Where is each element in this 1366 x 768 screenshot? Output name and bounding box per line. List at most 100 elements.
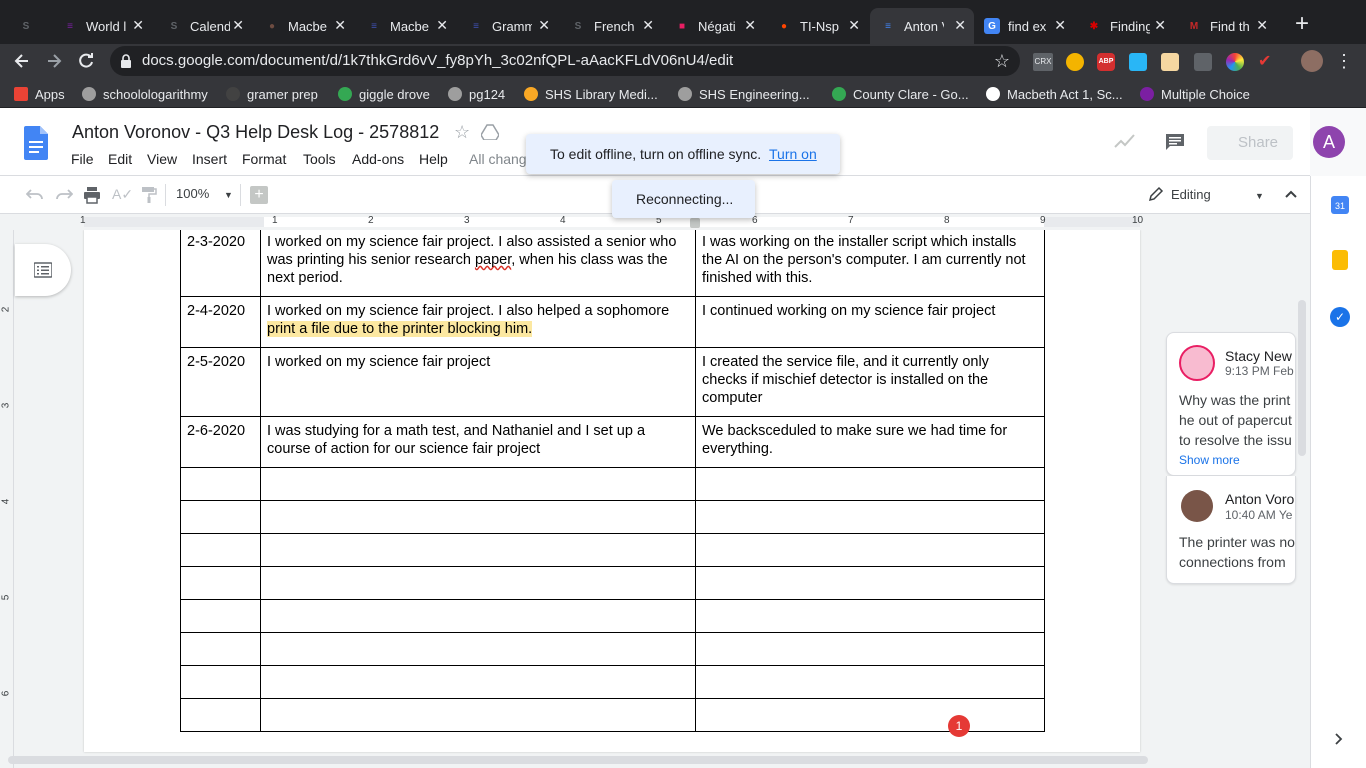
activity-cell[interactable]: I worked on my science fair project. I a… — [260, 296, 696, 348]
document-title[interactable]: Anton Voronov - Q3 Help Desk Log - 25788… — [72, 122, 439, 143]
empty-cell[interactable] — [180, 665, 261, 699]
check-red-extension-icon[interactable]: ✔ — [1258, 53, 1278, 71]
undo-icon[interactable] — [26, 186, 44, 202]
menu-addons[interactable]: Add-ons — [352, 151, 404, 167]
calendar-icon[interactable]: 31 — [1331, 196, 1349, 214]
menu-help[interactable]: Help — [419, 151, 448, 167]
empty-cell[interactable] — [180, 698, 261, 732]
menu-file[interactable]: File — [71, 151, 94, 167]
bookmark-item[interactable]: SHS Engineering... — [678, 86, 810, 102]
browser-tab[interactable]: S — [8, 8, 50, 44]
browser-tab[interactable]: ■ Négati ✕ — [664, 8, 764, 44]
empty-cell[interactable] — [260, 500, 696, 534]
browser-tab[interactable]: S Calend ✕ — [156, 8, 252, 44]
browser-tab[interactable]: ≡ World l ✕ — [52, 8, 152, 44]
tab-close-icon[interactable]: ✕ — [1256, 17, 1268, 34]
empty-cell[interactable] — [180, 566, 261, 600]
empty-cell[interactable] — [260, 698, 696, 732]
owl-extension-icon[interactable] — [1066, 53, 1084, 71]
show-more-link[interactable]: Show more — [1179, 450, 1240, 470]
tab-close-icon[interactable]: ✕ — [954, 17, 966, 34]
turn-on-link[interactable]: Turn on — [769, 146, 817, 162]
tab-close-icon[interactable]: ✕ — [436, 17, 448, 34]
crx-extension-icon[interactable]: CRX — [1033, 53, 1053, 71]
menu-insert[interactable]: Insert — [192, 151, 227, 167]
empty-cell[interactable] — [180, 599, 261, 633]
bookmark-item[interactable]: gramer prep — [226, 86, 318, 102]
menu-format[interactable]: Format — [242, 151, 286, 167]
project-cell[interactable]: I continued working on my science fair p… — [695, 296, 1045, 348]
insert-comment-icon[interactable]: + — [250, 186, 268, 204]
menu-edit[interactable]: Edit — [108, 151, 132, 167]
paint-format-icon[interactable] — [140, 185, 158, 203]
back-icon[interactable] — [12, 51, 32, 71]
tab-close-icon[interactable]: ✕ — [232, 17, 244, 34]
notification-badge[interactable]: 1 — [948, 715, 970, 737]
tab-close-icon[interactable]: ✕ — [334, 17, 346, 34]
browser-tab[interactable]: S French ✕ — [560, 8, 662, 44]
tab-close-icon[interactable]: ✕ — [642, 17, 654, 34]
redo-icon[interactable] — [55, 186, 73, 202]
tab-close-icon[interactable]: ✕ — [744, 17, 756, 34]
print-icon[interactable] — [83, 186, 101, 204]
menu-view[interactable]: View — [147, 151, 177, 167]
tab-close-icon[interactable]: ✕ — [1154, 17, 1166, 34]
date-cell[interactable]: 2-5-2020 — [180, 347, 261, 417]
tab-close-icon[interactable]: ✕ — [538, 17, 550, 34]
browser-tab[interactable]: ≡ Gramm ✕ — [458, 8, 558, 44]
grid-extension-icon[interactable] — [1194, 53, 1212, 71]
expand-panel-icon[interactable] — [1333, 732, 1345, 746]
project-cell[interactable]: I created the service file, and it curre… — [695, 347, 1045, 417]
bookmark-item[interactable]: SHS Library Medi... — [524, 86, 658, 102]
empty-cell[interactable] — [695, 698, 1045, 732]
browser-tab[interactable]: ● TI-Nsp ✕ — [766, 8, 868, 44]
bookmark-item[interactable]: giggle drove — [338, 86, 430, 102]
empty-cell[interactable] — [260, 566, 696, 600]
bookmark-item[interactable]: Macbeth Act 1, Sc... — [986, 86, 1123, 102]
column-marker[interactable] — [690, 218, 700, 228]
activity-icon[interactable] — [1114, 132, 1136, 150]
vertical-scrollbar[interactable] — [1298, 300, 1306, 456]
bookmark-item[interactable]: Multiple Choice — [1140, 86, 1250, 102]
zoom-select[interactable]: 100% ▼ — [176, 186, 236, 204]
account-avatar[interactable]: A — [1313, 126, 1345, 158]
empty-cell[interactable] — [695, 566, 1045, 600]
share-button[interactable]: Share — [1207, 126, 1293, 160]
horizontal-scrollbar[interactable] — [8, 756, 1148, 764]
empty-cell[interactable] — [260, 533, 696, 567]
activity-cell[interactable]: I worked on my science fair project — [260, 347, 696, 417]
project-cell[interactable]: We backsceduled to make sure we had time… — [695, 416, 1045, 468]
tab-close-icon[interactable]: ✕ — [132, 17, 144, 34]
browser-tab[interactable]: ✱ Finding ✕ — [1076, 8, 1174, 44]
empty-cell[interactable] — [180, 467, 261, 501]
empty-cell[interactable] — [260, 665, 696, 699]
star-icon[interactable]: ☆ — [994, 46, 1010, 76]
empty-cell[interactable] — [695, 467, 1045, 501]
empty-cell[interactable] — [695, 665, 1045, 699]
bookmark-item[interactable]: Apps — [14, 86, 65, 102]
tasks-icon[interactable]: ✓ — [1330, 307, 1350, 327]
new-tab-icon[interactable]: + — [1292, 12, 1312, 36]
color-extension-icon[interactable] — [1226, 53, 1244, 71]
empty-cell[interactable] — [695, 533, 1045, 567]
date-cell[interactable]: 2-4-2020 — [180, 296, 261, 348]
empty-cell[interactable] — [695, 632, 1045, 666]
bookmark-item[interactable]: County Clare - Go... — [832, 86, 969, 102]
address-bar[interactable]: docs.google.com/document/d/1k7thkGrd6vV_… — [110, 46, 1020, 76]
docs-logo-icon[interactable] — [24, 126, 48, 160]
reload-icon[interactable] — [76, 51, 96, 71]
comment-card[interactable]: Stacy New 9:13 PM Feb Why was the print … — [1166, 332, 1296, 476]
activity-cell[interactable]: I was studying for a math test, and Nath… — [260, 416, 696, 468]
empty-cell[interactable] — [260, 467, 696, 501]
comments-icon[interactable] — [1165, 133, 1185, 151]
forward-icon[interactable] — [44, 51, 64, 71]
date-cell[interactable]: 2-6-2020 — [180, 416, 261, 468]
reply-card[interactable]: Anton Voro 10:40 AM Ye The printer was n… — [1166, 476, 1296, 584]
empty-cell[interactable] — [260, 632, 696, 666]
empty-cell[interactable] — [180, 500, 261, 534]
browser-menu-icon[interactable]: ⋮ — [1334, 50, 1354, 72]
document-page[interactable]: 2-3-2020 I worked on my science fair proj… — [84, 230, 1140, 752]
browser-tab[interactable]: Gfind ex ✕ — [974, 8, 1074, 44]
bookmark-item[interactable]: pg124 — [448, 86, 505, 102]
empty-cell[interactable] — [180, 533, 261, 567]
